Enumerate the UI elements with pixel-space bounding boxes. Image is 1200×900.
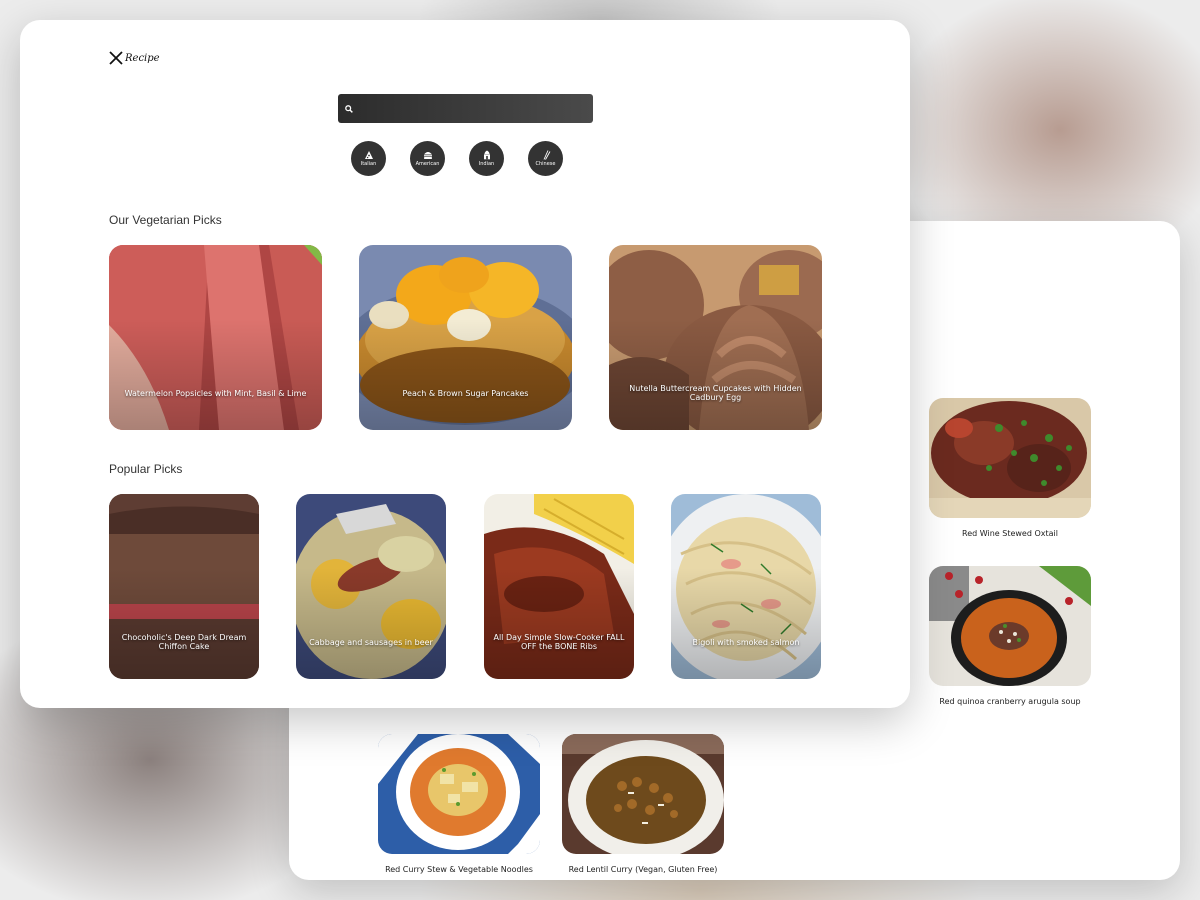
section-title-vegetarian: Our Vegetarian Picks [109, 213, 222, 227]
recipe-card[interactable]: All Day Simple Slow-Cooker FALL OFF the … [484, 494, 634, 679]
recipe-title: Bigoli with smoked salmon [692, 638, 800, 647]
image-overlay [671, 494, 821, 679]
result-title[interactable]: Red Wine Stewed Oxtail [929, 528, 1091, 540]
recipe-title: Peach & Brown Sugar Pancakes [402, 389, 529, 398]
result-card[interactable]: Red quinoa cranberry arugula soup [929, 566, 1091, 708]
recipe-card[interactable]: Nutella Buttercream Cupcakes with Hidden… [609, 245, 822, 430]
recipe-card[interactable]: Cabbage and sausages in beer [296, 494, 446, 679]
search-input[interactable] [353, 94, 593, 123]
search-icon [345, 104, 353, 113]
recipe-title: Cabbage and sausages in beer [309, 638, 433, 647]
recipe-card[interactable]: Peach & Brown Sugar Pancakes [359, 245, 572, 430]
search-bar[interactable] [338, 94, 593, 123]
recipe-title: Chocoholic's Deep Dark Dream Chiffon Cak… [121, 633, 247, 651]
result-card[interactable]: Red Lentil Curry (Vegan, Gluten Free) [562, 734, 724, 876]
recipe-image [378, 734, 540, 854]
image-overlay [109, 494, 259, 679]
recipe-card[interactable]: Chocoholic's Deep Dark Dream Chiffon Cak… [109, 494, 259, 679]
cuisine-label: Italian [360, 161, 377, 167]
utensils-icon [109, 51, 123, 65]
result-title[interactable]: Red Lentil Curry (Vegan, Gluten Free) [562, 864, 724, 876]
recipe-image [929, 566, 1091, 686]
recipe-title: Nutella Buttercream Cupcakes with Hidden… [629, 384, 802, 402]
cuisine-label: Indian [478, 161, 495, 167]
image-overlay [484, 494, 634, 679]
cuisine-chinese[interactable]: Chinese [528, 141, 563, 176]
result-title[interactable]: Red Curry Stew & Vegetable Noodles [378, 864, 540, 876]
cuisine-american[interactable]: American [410, 141, 445, 176]
recipe-image [562, 734, 724, 854]
result-card[interactable]: Red Curry Stew & Vegetable Noodles [378, 734, 540, 876]
image-overlay [296, 494, 446, 679]
recipe-title: All Day Simple Slow-Cooker FALL OFF the … [493, 633, 625, 651]
recipe-title: Watermelon Popsicles with Mint, Basil & … [124, 389, 307, 398]
home-window: Recipe Italian American Indian Chinese O… [20, 20, 910, 708]
logo-text: Recipe [125, 52, 160, 64]
cuisine-label: Chinese [535, 161, 556, 167]
cuisine-label: American [415, 161, 440, 167]
image-overlay [359, 245, 572, 430]
result-title[interactable]: Red quinoa cranberry arugula soup [929, 696, 1091, 708]
pizza-icon [364, 151, 373, 159]
recipe-card[interactable]: Watermelon Popsicles with Mint, Basil & … [109, 245, 322, 430]
result-card[interactable]: Red Wine Stewed Oxtail [929, 398, 1091, 540]
app-logo[interactable]: Recipe [109, 50, 160, 66]
image-overlay [609, 245, 822, 430]
chopsticks-icon [543, 150, 550, 160]
section-title-popular: Popular Picks [109, 462, 183, 476]
cuisine-filters: Italian American Indian Chinese [351, 141, 563, 176]
recipe-image [929, 398, 1091, 518]
recipe-card[interactable]: Bigoli with smoked salmon [671, 494, 821, 679]
image-overlay [109, 245, 322, 430]
cuisine-italian[interactable]: Italian [351, 141, 386, 176]
burger-icon [423, 152, 432, 159]
cuisine-indian[interactable]: Indian [469, 141, 504, 176]
temple-icon [483, 150, 490, 160]
